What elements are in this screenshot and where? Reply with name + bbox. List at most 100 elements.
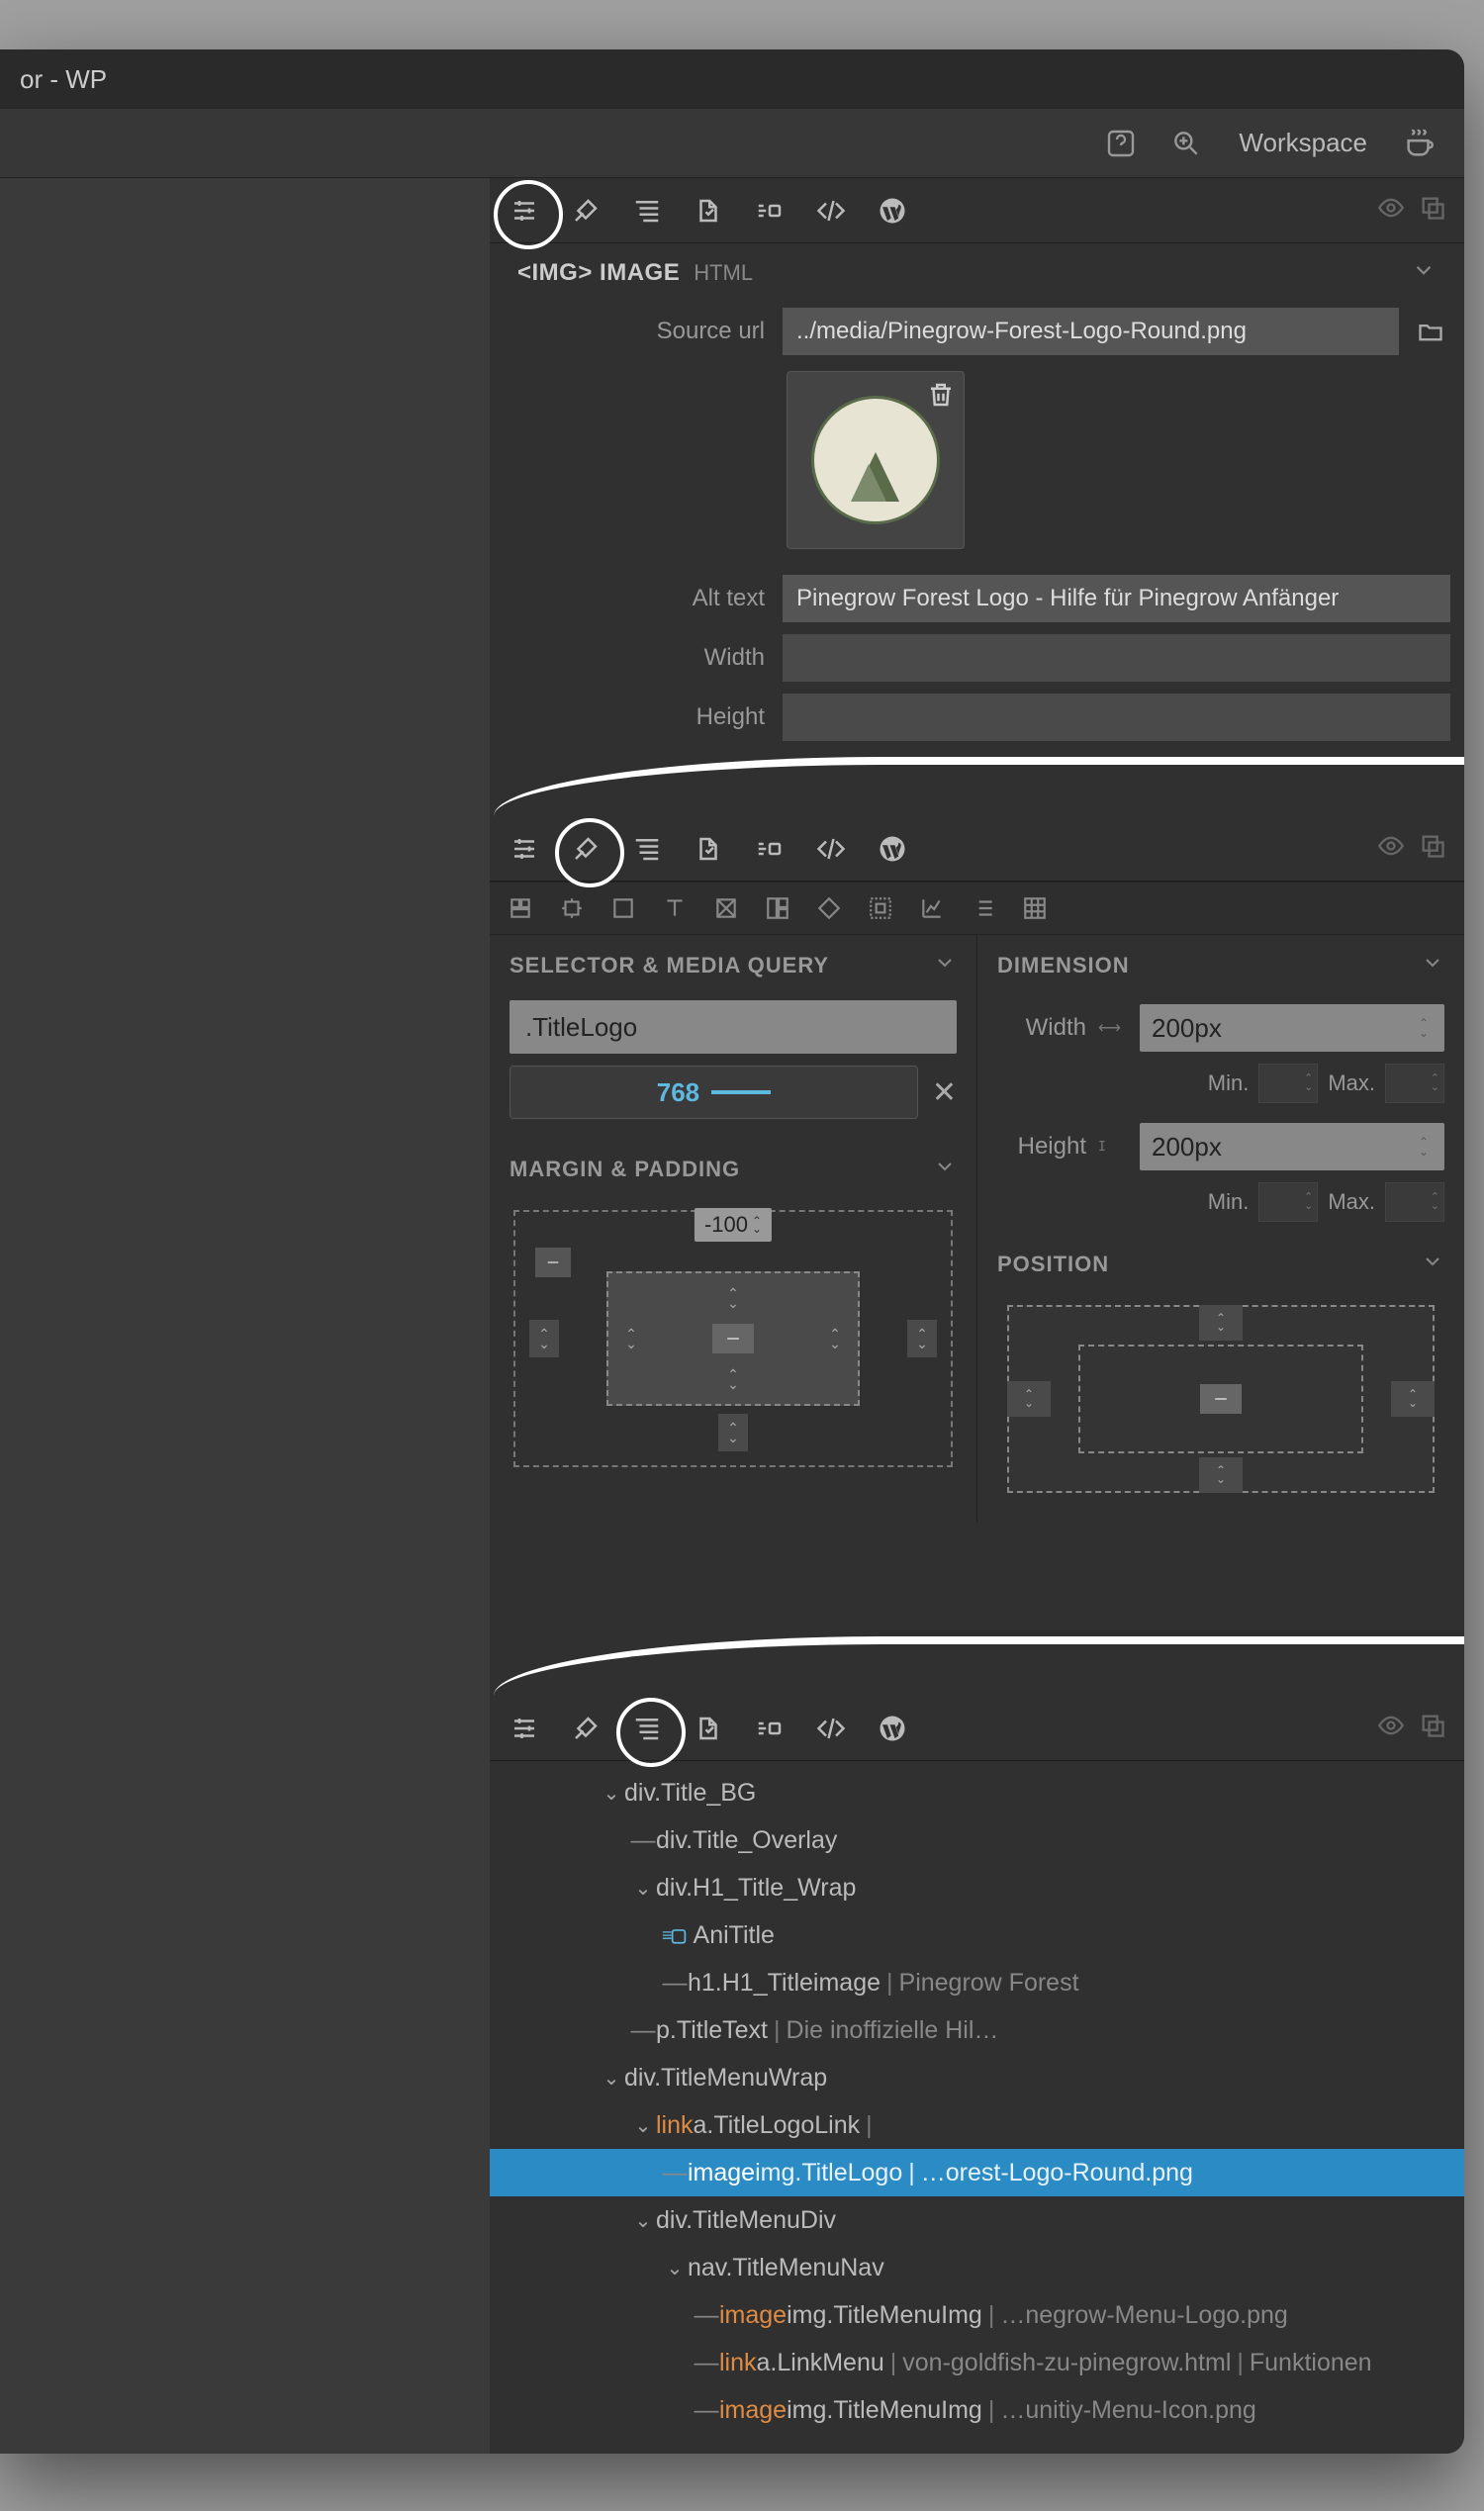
padding-left-handle[interactable] [616, 1320, 646, 1357]
alt-text-input[interactable]: Pinegrow Forest Logo - Hilfe für Pinegro… [783, 575, 1450, 622]
link-values-icon[interactable] [535, 1248, 571, 1277]
dom-tree[interactable]: ⌄div.Title_BG—div.Title_Overlay⌄div.H1_T… [490, 1761, 1464, 2454]
pos-center-icon[interactable] [1200, 1384, 1242, 1414]
expand-toggle-icon[interactable]: ⌄ [630, 1876, 656, 1901]
dim-height-input[interactable]: 200px⌃⌄ [1140, 1123, 1444, 1170]
pos-bottom-handle[interactable] [1199, 1457, 1243, 1493]
tree-tab-icon[interactable] [630, 194, 664, 228]
chart-cat-icon[interactable] [917, 893, 947, 923]
zoom-icon[interactable] [1161, 119, 1211, 168]
media-query-remove-icon[interactable]: ✕ [932, 1075, 957, 1110]
spacing-cat-icon[interactable] [557, 893, 587, 923]
tree-row[interactable]: ⌄div.Title_BG [490, 1769, 1464, 1816]
height-input[interactable] [783, 694, 1450, 741]
tree-row[interactable]: ⌄nav.TitleMenuNav [490, 2244, 1464, 2291]
dimension-heading[interactable]: DIMENSION [977, 935, 1464, 996]
bg-cat-icon[interactable] [711, 893, 741, 923]
popout-icon[interactable] [1419, 194, 1446, 227]
margin-top-value[interactable]: -100⌃⌄ [695, 1208, 772, 1242]
center-link-icon[interactable] [712, 1324, 754, 1353]
pos-right-handle[interactable] [1391, 1381, 1435, 1417]
actions-tab-icon[interactable] [692, 832, 725, 866]
popout-icon[interactable] [1419, 832, 1446, 865]
wordpress-tab-icon[interactable] [876, 194, 909, 228]
workspace-button[interactable]: Workspace [1227, 128, 1379, 158]
margin-padding-editor[interactable]: -100⌃⌄ [513, 1210, 953, 1467]
tree-row[interactable]: —p.TitleText|Die inoffizielle Hil… [490, 2006, 1464, 2054]
delete-image-icon[interactable] [926, 380, 956, 415]
properties-tab-icon[interactable] [508, 1712, 541, 1745]
list-cat-icon[interactable] [969, 893, 998, 923]
tree-row[interactable]: —image img.TitleMenuImg|…negrow-Menu-Log… [490, 2291, 1464, 2339]
styles-tab-icon[interactable] [569, 832, 603, 866]
visibility-icon[interactable] [1377, 194, 1405, 227]
actions-tab-icon[interactable] [692, 1712, 725, 1745]
dim-width-input[interactable]: 200px⌃⌄ [1140, 1004, 1444, 1052]
code-tab-icon[interactable] [814, 1712, 848, 1745]
min-width-input[interactable]: ⌃⌄ [1258, 1064, 1318, 1103]
table-cat-icon[interactable] [1020, 893, 1050, 923]
actions-tab-icon[interactable] [692, 194, 725, 228]
media-query-pill[interactable]: 768 [510, 1066, 918, 1119]
flex-cat-icon[interactable] [866, 893, 895, 923]
element-heading[interactable]: <IMG> IMAGE HTML [490, 243, 1464, 302]
margin-padding-heading[interactable]: MARGIN & PADDING [490, 1139, 976, 1200]
pos-top-handle[interactable] [1199, 1305, 1243, 1341]
chevron-down-icon[interactable] [933, 1155, 957, 1184]
code-tab-icon[interactable] [814, 832, 848, 866]
expand-toggle-icon[interactable]: ⌄ [599, 2066, 624, 2091]
animation-tab-icon[interactable] [753, 194, 787, 228]
tree-row[interactable]: ⌄link a.TitleLogoLink| [490, 2101, 1464, 2149]
expand-toggle-icon[interactable]: ⌄ [662, 2256, 688, 2280]
padding-right-handle[interactable] [820, 1320, 850, 1357]
animation-tab-icon[interactable] [753, 832, 787, 866]
popout-icon[interactable] [1419, 1712, 1446, 1744]
chevron-down-icon[interactable] [1421, 1250, 1444, 1279]
min-height-input[interactable]: ⌃⌄ [1258, 1182, 1318, 1222]
tree-row[interactable]: —image img.TitleLogo|…orest-Logo-Round.p… [490, 2149, 1464, 2196]
box-cat-icon[interactable] [608, 893, 638, 923]
selector-heading[interactable]: SELECTOR & MEDIA QUERY [490, 935, 976, 996]
tree-row[interactable]: ⌄div.H1_Title_Wrap [490, 1864, 1464, 1911]
tree-tab-icon[interactable] [630, 832, 664, 866]
source-url-input[interactable]: ../media/Pinegrow-Forest-Logo-Round.png [783, 308, 1399, 355]
properties-tab-icon[interactable] [508, 832, 541, 866]
tree-row[interactable]: —div.Title_Overlay [490, 1816, 1464, 1864]
visibility-icon[interactable] [1377, 832, 1405, 865]
tree-tab-icon[interactable] [630, 1712, 664, 1745]
chevron-down-icon[interactable] [1421, 951, 1444, 980]
styles-tab-icon[interactable] [569, 1712, 603, 1745]
selector-input[interactable]: .TitleLogo [510, 1000, 957, 1054]
margin-left-handle[interactable] [529, 1320, 559, 1357]
expand-toggle-icon[interactable]: ⌄ [630, 2208, 656, 2233]
max-width-input[interactable]: ⌃⌄ [1385, 1064, 1444, 1103]
animation-tab-icon[interactable] [753, 1712, 787, 1745]
styles-tab-icon[interactable] [569, 194, 603, 228]
position-heading[interactable]: POSITION [977, 1234, 1464, 1295]
tree-row[interactable]: —link a.LinkMenu|von-goldfish-zu-pinegro… [490, 2339, 1464, 2386]
tree-row[interactable]: —h1.H1_Titleimage|Pinegrow Forest [490, 1959, 1464, 2006]
margin-right-handle[interactable] [907, 1320, 937, 1357]
pos-left-handle[interactable] [1007, 1381, 1051, 1417]
expand-toggle-icon[interactable]: ⌄ [630, 2113, 656, 2138]
tree-row[interactable]: —image img.TitleMenuImg|…unitiy-Menu-Ico… [490, 2386, 1464, 2434]
chevron-down-icon[interactable] [1411, 257, 1437, 288]
grid-cat-icon[interactable] [763, 893, 792, 923]
properties-tab-icon[interactable] [508, 194, 541, 228]
position-editor[interactable] [1007, 1305, 1435, 1493]
wordpress-tab-icon[interactable] [876, 832, 909, 866]
chevron-down-icon[interactable] [933, 951, 957, 980]
layout-cat-icon[interactable] [506, 893, 535, 923]
max-height-input[interactable]: ⌃⌄ [1385, 1182, 1444, 1222]
expand-toggle-icon[interactable]: ⌄ [599, 1781, 624, 1806]
wordpress-tab-icon[interactable] [876, 1712, 909, 1745]
margin-bottom-handle[interactable] [718, 1414, 748, 1451]
text-cat-icon[interactable] [660, 893, 690, 923]
width-input[interactable] [783, 634, 1450, 682]
help-icon[interactable] [1096, 119, 1146, 168]
visibility-icon[interactable] [1377, 1712, 1405, 1744]
tree-row[interactable]: ≡▢AniTitle [490, 1911, 1464, 1959]
padding-top-handle[interactable] [718, 1279, 748, 1317]
padding-bottom-handle[interactable] [718, 1360, 748, 1398]
tree-row[interactable]: ⌄div.TitleMenuWrap [490, 2054, 1464, 2101]
